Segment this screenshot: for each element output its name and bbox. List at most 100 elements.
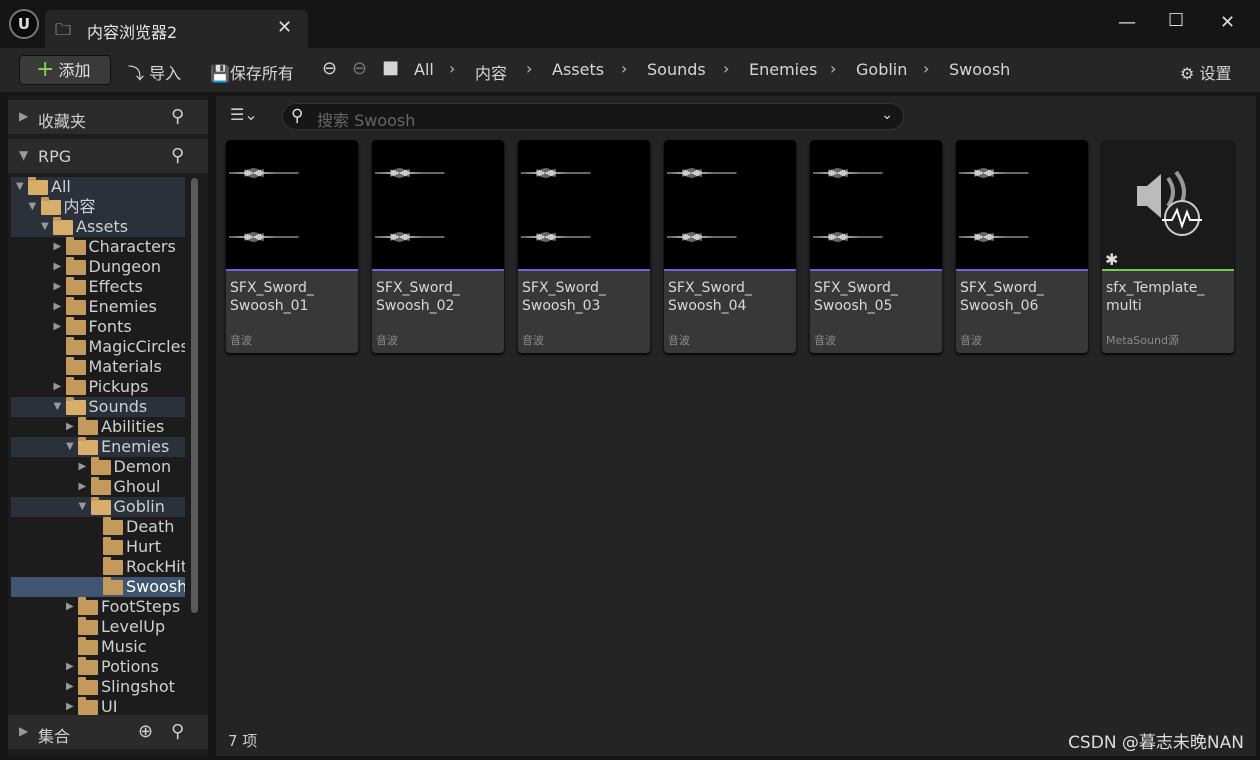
folder-open-icon [90,497,111,515]
tree-item[interactable]: ▶ Pickups [11,377,185,397]
import-button[interactable]: ⤵ 导入 [128,60,181,84]
search-icon[interactable]: ⚲ [171,106,184,127]
back-icon[interactable]: ⊖ [322,58,337,79]
close-window-icon[interactable]: ✕ [1220,12,1235,33]
search-icon[interactable]: ⚲ [171,721,184,742]
breadcrumb-separator-icon: › [621,59,628,78]
tree-item[interactable]: ▶ Slingshot [11,677,185,697]
expand-arrow-icon[interactable]: ▶ [79,457,87,477]
search-icon[interactable]: ⚲ [171,145,184,166]
tree-item[interactable]: ▶ UI [11,697,185,717]
project-header[interactable]: ▼ RPG ⚲ [8,139,208,173]
folder-icon [90,477,111,495]
tree-item[interactable]: Hurt [11,537,185,557]
tree-item[interactable]: ▶ FootSteps [11,597,185,617]
tree-item[interactable]: Music [11,637,185,657]
expand-arrow-icon[interactable]: ▶ [54,277,62,297]
add-collection-icon[interactable]: ⊕ [138,721,153,742]
tab-content-browser[interactable]: 🗀 内容浏览器2 ✕ [45,10,308,48]
collapse-arrow-icon[interactable]: ▼ [79,497,87,517]
folder-open-icon [78,437,98,455]
folder-icon [65,277,86,295]
tree-item[interactable]: ▶ Enemies [11,297,185,317]
tree-item[interactable]: ▼ Goblin [11,497,185,517]
settings-label: 设置 [1199,64,1232,83]
breadcrumb-item[interactable]: Assets [552,60,604,79]
asterisk-icon: ✱ [1105,250,1119,269]
favorites-header[interactable]: ▶ 收藏夹 ⚲ [8,100,208,134]
expand-arrow-icon[interactable]: ▶ [54,317,62,337]
tree-item[interactable]: RockHit [11,557,185,577]
collapse-arrow-icon[interactable]: ▼ [29,197,37,217]
settings-button[interactable]: ⚙ 设置 [1180,60,1231,84]
tree-item[interactable]: ▼ 内容 [11,197,185,217]
folder-icon: ■ [382,57,400,78]
expand-arrow-icon[interactable]: ▶ [66,697,74,717]
tree-item[interactable]: ▶ Demon [11,457,185,477]
tree-item[interactable]: ▼ Assets [11,217,185,237]
tree-item[interactable]: ▼ All [11,177,185,197]
tree-item[interactable]: ▼ Enemies [11,437,185,457]
expand-arrow-icon[interactable]: ▶ [79,477,87,497]
tree-item[interactable]: ▶ Characters [11,237,185,257]
expand-arrow-icon[interactable]: ▶ [54,257,62,277]
asset-type-bar [1102,269,1234,271]
waveform-icon [667,232,737,242]
search-input[interactable]: ⚲ 搜索 Swoosh ⌄ [282,103,904,130]
collections-header[interactable]: ▶ 集合 ⊕ ⚲ [8,715,208,749]
folder-icon [65,257,86,275]
asset-tile[interactable]: SFX_Sword_ Swoosh_01 音波 [226,140,358,353]
breadcrumb-item[interactable]: Swoosh [949,60,1010,79]
add-button[interactable]: + 添加 [19,55,111,85]
asset-tile[interactable]: SFX_Sword_ Swoosh_02 音波 [372,140,504,353]
tree-item-label: Enemies [88,297,157,316]
tree-item-label: Ghoul [113,477,161,496]
asset-tile[interactable]: SFX_Sword_ Swoosh_03 音波 [518,140,650,353]
save-all-button[interactable]: 💾保存所有 [210,60,294,84]
forward-icon[interactable]: ⊖ [352,58,367,79]
asset-tile[interactable]: SFX_Sword_ Swoosh_05 音波 [810,140,942,353]
collapse-arrow-icon[interactable]: ▼ [66,437,74,457]
asset-tile[interactable]: SFX_Sword_ Swoosh_06 音波 [956,140,1088,353]
minimize-icon[interactable]: — [1118,12,1136,33]
tree-item[interactable]: Swoosh [11,577,185,597]
expand-arrow-icon[interactable]: ▶ [66,657,74,677]
tree-item[interactable]: ▶ Fonts [11,317,185,337]
tree-item[interactable]: ▶ Potions [11,657,185,677]
expand-arrow-icon[interactable]: ▶ [66,417,74,437]
folder-icon [65,317,86,335]
breadcrumb-item[interactable]: Goblin [856,60,907,79]
close-tab-icon[interactable]: ✕ [277,17,292,38]
asset-type-bar [810,269,942,271]
tree-item[interactable]: ▶ Effects [11,277,185,297]
expand-arrow-icon[interactable]: ▶ [66,597,74,617]
collapse-arrow-icon[interactable]: ▼ [41,217,49,237]
expand-arrow-icon[interactable]: ▶ [54,377,62,397]
tree-item[interactable]: MagicCircles [11,337,185,357]
tree-item[interactable]: ▶ Dungeon [11,257,185,277]
collapse-arrow-icon[interactable]: ▼ [54,397,62,417]
breadcrumb-item[interactable]: All [414,60,434,79]
folder-open-icon [53,217,73,235]
asset-tile[interactable]: ✱ sfx_Template_ multi MetaSound源 [1102,140,1234,353]
expand-arrow-icon[interactable]: ▶ [66,677,74,697]
tree-item[interactable]: LevelUp [11,617,185,637]
breadcrumb-item[interactable]: 内容 [475,60,507,84]
breadcrumb-item[interactable]: Enemies [749,60,817,79]
chevron-down-icon[interactable]: ⌄ [881,107,893,123]
tree-item[interactable]: Death [11,517,185,537]
maximize-icon[interactable]: ☐ [1168,10,1184,31]
tree-item[interactable]: ▼ Sounds [11,397,185,417]
collapse-arrow-icon[interactable]: ▼ [16,177,24,197]
filter-icon[interactable]: ☰⌄ [230,105,258,124]
tree-scrollbar[interactable] [191,178,198,613]
tree-item[interactable]: Materials [11,357,185,377]
tree-item[interactable]: ▶ Ghoul [11,477,185,497]
expand-arrow-icon[interactable]: ▶ [54,297,62,317]
expand-arrow-icon[interactable]: ▶ [54,237,62,257]
tree-item[interactable]: ▶ Abilities [11,417,185,437]
asset-tile[interactable]: SFX_Sword_ Swoosh_04 音波 [664,140,796,353]
sources-panel: ▶ 收藏夹 ⚲ ▼ RPG ⚲ ▼ All ▼ 内容 ▼ Assets ▶ Character… [8,96,208,756]
breadcrumb-item[interactable]: Sounds [647,60,706,79]
folder-icon [65,337,86,355]
